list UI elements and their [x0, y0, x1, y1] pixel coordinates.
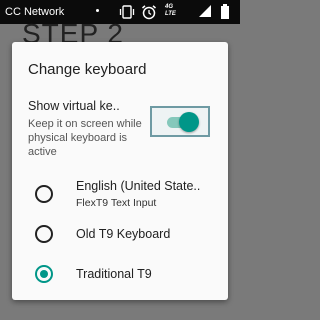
keyboard-option-old-t9[interactable]: Old T9 Keyboard [12, 220, 228, 248]
radio-button[interactable] [35, 225, 53, 243]
option-label: English (United State.. [76, 179, 201, 193]
alarm-icon [142, 5, 156, 20]
dialog-title: Change keyboard [28, 61, 147, 78]
radio-selected-dot [40, 270, 48, 278]
option-label: Old T9 Keyboard [76, 227, 171, 241]
keyboard-option-english[interactable]: English (United State.. FlexT9 Text Inpu… [12, 172, 228, 214]
change-keyboard-dialog: Change keyboard Show virtual ke.. Keep i… [12, 42, 228, 300]
show-virtual-keyboard-label: Show virtual ke.. [28, 99, 120, 113]
battery-icon [221, 4, 229, 19]
radio-button-selected[interactable] [35, 265, 53, 283]
option-sublabel: FlexT9 Text Input [76, 197, 157, 209]
keyboard-option-traditional-t9[interactable]: Traditional T9 [12, 260, 228, 288]
toggle-thumb [179, 112, 199, 132]
network-badge-top: 4G [165, 4, 174, 10]
carrier-name: CC Network [5, 6, 65, 18]
network-type-icon: 4G LTE [165, 4, 176, 18]
option-label: Traditional T9 [76, 267, 152, 281]
show-virtual-keyboard-description: Keep it on screen while physical keyboar… [28, 118, 142, 158]
network-badge-bottom: LTE [165, 11, 176, 17]
show-virtual-keyboard-toggle[interactable] [150, 106, 210, 137]
radio-button[interactable] [35, 185, 53, 203]
notification-dot-icon [96, 9, 99, 12]
signal-icon [199, 5, 211, 17]
